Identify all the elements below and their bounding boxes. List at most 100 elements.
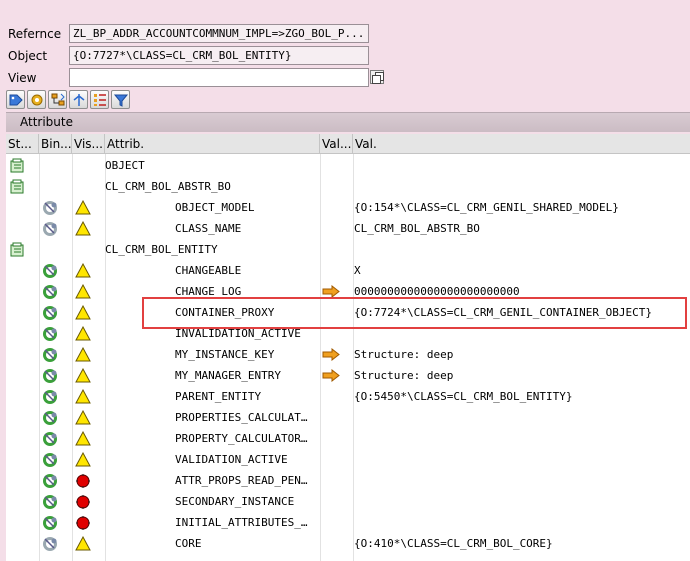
attribute-name: PROPERTY_CALCULATOR… <box>175 432 308 445</box>
attribute-name: CORE <box>175 537 202 550</box>
attribute-value <box>354 239 690 260</box>
reference-field[interactable]: ZL_BP_ADDR_ACCOUNTCOMMNUM_IMPL=>ZGO_BOL_… <box>69 24 369 43</box>
table-row[interactable]: ATTR_PROPS_READ_PEN… <box>6 470 690 491</box>
table-row[interactable]: MY_INSTANCE_KEY Structure: deep <box>6 344 690 365</box>
object-label: Object <box>8 49 48 63</box>
list-tree-button[interactable] <box>90 90 109 109</box>
warning-icon <box>75 199 91 218</box>
attribute-value <box>354 176 690 197</box>
attribute-grid: St... Bin... Vis... Attrib. Val... Val. … <box>6 134 690 561</box>
stop-icon <box>75 494 91 512</box>
attribute-name: PROPERTIES_CALCULAT… <box>175 411 308 424</box>
binding-active-icon <box>42 410 59 428</box>
table-row[interactable]: OBJECT_MODEL {O:154*\CLASS=CL_CRM_GENIL_S… <box>6 197 690 218</box>
attribute-value <box>354 155 690 176</box>
col-header-status[interactable]: St... <box>6 134 39 154</box>
view-expand-button[interactable] <box>370 70 384 84</box>
table-row[interactable]: CHANGEABLE X <box>6 260 690 281</box>
warning-icon <box>75 535 91 554</box>
warning-icon <box>75 325 91 344</box>
structure-icon <box>10 158 25 176</box>
attribute-value: {O:5450*\CLASS=CL_CRM_BOL_ENTITY} <box>354 390 573 403</box>
attribute-value: Structure: deep <box>354 369 454 382</box>
table-row[interactable]: SECONDARY_INSTANCE <box>6 491 690 512</box>
binding-active-icon <box>42 284 59 302</box>
warning-icon <box>75 388 91 407</box>
gear-bulb-icon <box>31 94 43 106</box>
warning-icon <box>75 451 91 470</box>
attribute-name: PARENT_ENTITY <box>175 390 262 403</box>
warning-icon <box>75 283 91 302</box>
table-row[interactable]: OBJECT <box>6 155 690 176</box>
attribute-name: ATTR_PROPS_READ_PEN… <box>175 474 308 487</box>
attribute-value: {O:410*\CLASS=CL_CRM_BOL_CORE} <box>354 537 553 550</box>
gear-bulb-button[interactable] <box>27 90 46 109</box>
object-field[interactable]: {O:7727*\CLASS=CL_CRM_BOL_ENTITY} <box>69 46 369 65</box>
binding-active-icon <box>42 494 59 512</box>
attribute-name: CL_CRM_BOL_ENTITY <box>105 243 218 256</box>
table-row[interactable]: CL_CRM_BOL_ENTITY <box>6 239 690 260</box>
view-row: View <box>0 68 690 88</box>
attribute-value <box>354 491 690 512</box>
attribute-panel-header: Attribute <box>6 112 690 132</box>
structure-icon <box>10 179 25 197</box>
table-row[interactable]: VALIDATION_ACTIVE <box>6 449 690 470</box>
attribute-value <box>354 407 690 428</box>
stop-icon <box>75 515 91 533</box>
table-row[interactable]: PROPERTY_CALCULATOR… <box>6 428 690 449</box>
warning-icon <box>75 262 91 281</box>
table-row[interactable]: INITIAL_ATTRIBUTES_… <box>6 512 690 533</box>
attribute-name: CHANGEABLE <box>175 264 242 277</box>
warning-icon <box>75 220 91 239</box>
attribute-value: {O:154*\CLASS=CL_CRM_GENIL_SHARED_MODEL} <box>354 201 619 214</box>
grid-header: St... Bin... Vis... Attrib. Val... Val. <box>6 134 690 154</box>
col-header-visibility[interactable]: Vis... <box>72 134 105 154</box>
binding-active-icon <box>42 473 59 491</box>
table-row[interactable]: MY_MANAGER_ENTRY Structure: deep <box>6 365 690 386</box>
split-icon <box>73 94 85 106</box>
tag-icon <box>9 94 23 106</box>
arrow-right-icon[interactable] <box>322 368 340 385</box>
filter-button[interactable] <box>111 90 130 109</box>
reference-row: Refernce ZL_BP_ADDR_ACCOUNTCOMMNUM_IMPL=… <box>0 24 690 44</box>
warning-icon <box>75 346 91 365</box>
attribute-value: Structure: deep <box>354 348 454 361</box>
filter-icon <box>113 94 129 107</box>
reference-label: Refernce <box>8 27 62 41</box>
binding-active-icon <box>42 515 59 533</box>
warning-icon <box>75 409 91 428</box>
top-strip <box>0 0 690 10</box>
col-header-value-type[interactable]: Val... <box>320 134 353 154</box>
attribute-name: CLASS_NAME <box>175 222 242 235</box>
binding-active-icon <box>42 431 59 449</box>
attribute-value <box>354 470 690 491</box>
col-header-attribute[interactable]: Attrib. <box>105 134 320 154</box>
attribute-name: MY_MANAGER_ENTRY <box>175 369 281 382</box>
object-row: Object {O:7727*\CLASS=CL_CRM_BOL_ENTITY} <box>0 46 690 66</box>
attribute-name: VALIDATION_ACTIVE <box>175 453 288 466</box>
binding-active-icon <box>42 368 59 386</box>
split-button[interactable] <box>69 90 88 109</box>
hierarchy-button[interactable] <box>48 90 67 109</box>
col-header-binding[interactable]: Bin... <box>39 134 72 154</box>
view-input[interactable] <box>69 68 369 87</box>
binding-active-icon <box>42 347 59 365</box>
binding-active-icon <box>42 452 59 470</box>
hierarchy-icon <box>51 93 65 106</box>
table-row[interactable]: CORE {O:410*\CLASS=CL_CRM_BOL_CORE} <box>6 533 690 554</box>
table-row[interactable]: CL_CRM_BOL_ABSTR_BO <box>6 176 690 197</box>
attribute-name: SECONDARY_INSTANCE <box>175 495 295 508</box>
col-header-value[interactable]: Val. <box>353 134 690 154</box>
table-row[interactable]: PARENT_ENTITY {O:5450*\CLASS=CL_CRM_BOL_E… <box>6 386 690 407</box>
table-row[interactable]: PROPERTIES_CALCULAT… <box>6 407 690 428</box>
tag-button[interactable] <box>6 90 25 109</box>
attribute-value <box>354 449 690 470</box>
binding-inactive-icon <box>42 221 59 239</box>
table-row[interactable]: CLASS_NAME CL_CRM_BOL_ABSTR_BO <box>6 218 690 239</box>
attribute-name: MY_INSTANCE_KEY <box>175 348 275 361</box>
binding-inactive-icon <box>42 200 59 218</box>
view-label: View <box>8 71 37 85</box>
arrow-right-icon[interactable] <box>322 347 340 364</box>
binding-active-icon <box>42 326 59 344</box>
panel-title: Attribute <box>20 115 73 129</box>
